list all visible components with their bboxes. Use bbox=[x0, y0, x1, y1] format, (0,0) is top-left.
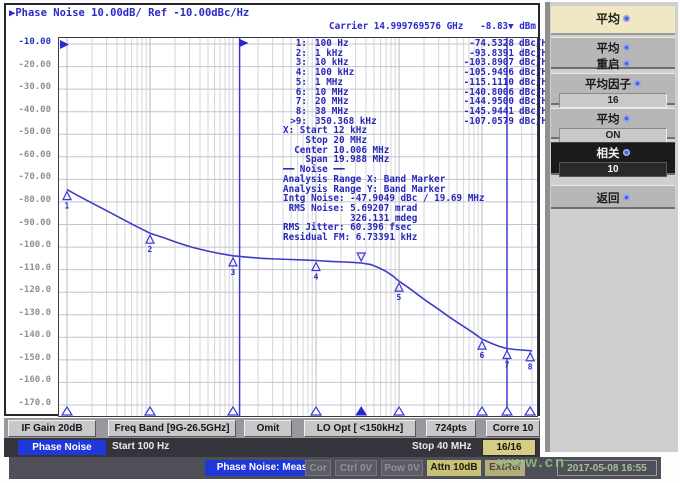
trace-header-label: Phase Noise 10.00dB/ Ref -10.00dBc/Hz bbox=[15, 7, 250, 19]
y-axis-label: -10.00 bbox=[18, 37, 51, 47]
status-indicator-attn: Attn 10dB bbox=[427, 460, 481, 476]
y-axis-label: -50.00 bbox=[18, 127, 51, 138]
readout-line: Residual FM: 6.73391 kHz bbox=[283, 232, 418, 244]
trace-header: ▶Phase Noise 10.00dB/ Ref -10.00dBc/Hz bbox=[9, 7, 249, 19]
average-factor-value: 16 bbox=[559, 93, 667, 108]
marker-table: 1: 100 Hz -74.5328 dBc/Hz 2: 1 kHz -93.8391 dBc… bbox=[283, 39, 552, 126]
svg-text:7: 7 bbox=[504, 360, 509, 369]
softkey-icon bbox=[623, 15, 630, 22]
svg-text:4: 4 bbox=[314, 272, 319, 281]
toolbar-button[interactable]: IF Gain 20dB bbox=[8, 420, 96, 437]
sweep-stop-label: Stop 40 MHz bbox=[412, 441, 472, 452]
y-axis-label: -40.00 bbox=[18, 104, 51, 115]
softkey-correlation[interactable]: 相关 10 bbox=[551, 142, 675, 177]
svg-text:1: 1 bbox=[65, 202, 70, 211]
softkey-average-factor[interactable]: 平均因子 16 bbox=[551, 73, 675, 108]
toolbar-button[interactable]: Omit bbox=[244, 420, 292, 437]
toolbar-button[interactable]: LO Opt [ <150kHz] bbox=[304, 420, 416, 437]
softkey-icon bbox=[622, 115, 630, 122]
y-axis-label: -130.0 bbox=[18, 307, 51, 318]
y-axis-label: -120.0 bbox=[18, 285, 51, 296]
y-axis-label: -70.00 bbox=[18, 172, 51, 183]
y-axis-label: -150.0 bbox=[18, 352, 51, 363]
y-axis-label: -60.00 bbox=[18, 149, 51, 160]
status-indicator-cor: Cor bbox=[305, 460, 331, 476]
y-axis-label: -160.0 bbox=[18, 375, 51, 386]
y-axis-label: -140.0 bbox=[18, 330, 51, 341]
y-axis-label: -110.0 bbox=[18, 262, 51, 273]
sweep-bar: Phase Noise Start 100 Hz Stop 40 MHz 16/… bbox=[4, 438, 540, 457]
y-axis-label: -170.0 bbox=[18, 398, 51, 408]
softkey-icon bbox=[634, 80, 641, 87]
measurement-status-chip[interactable]: Phase Noise: Meas bbox=[205, 460, 319, 476]
carrier-frequency: Carrier 14.999769576 GHz bbox=[329, 21, 464, 32]
instrument-screen: ▶Phase Noise 10.00dB/ Ref -10.00dBc/Hz C… bbox=[0, 0, 680, 483]
softkey-icon bbox=[622, 194, 630, 201]
datetime-display: 2017-05-08 16:55 bbox=[557, 460, 657, 476]
softkey-icon bbox=[622, 60, 630, 67]
softkey-return[interactable]: 返回 bbox=[551, 185, 675, 209]
carrier-readout: Carrier 14.999769576 GHz -8.83▼ dBm bbox=[329, 21, 536, 32]
carrier-power-unit: dBm bbox=[519, 21, 536, 32]
correlation-value: 10 bbox=[559, 162, 667, 177]
y-axis-labels: -10.00 -20.00 -30.00 -40.00 -50.00 -60.00 -70.… bbox=[8, 37, 54, 415]
y-axis-label: -80.00 bbox=[18, 194, 51, 205]
status-indicator-pow: Pow 0V bbox=[381, 460, 423, 476]
y-axis-label: -100.0 bbox=[18, 240, 51, 251]
noise-analysis-readout: X: Start 12 kHz Stop 20 MHz Center 10.00… bbox=[283, 126, 553, 242]
svg-text:5: 5 bbox=[397, 293, 402, 302]
svg-text:6: 6 bbox=[480, 351, 485, 360]
softkey-average-onoff[interactable]: 平均 ON bbox=[551, 108, 675, 143]
y-axis-label: -90.00 bbox=[18, 217, 51, 228]
carrier-power: -8.83 bbox=[480, 21, 509, 32]
average-state-value: ON bbox=[559, 128, 667, 143]
softkey-average-restart[interactable]: 平均 重启 bbox=[551, 37, 675, 71]
watermark: www.cn bbox=[498, 454, 567, 471]
phase-noise-window: ▶Phase Noise 10.00dB/ Ref -10.00dBc/Hz C… bbox=[4, 3, 553, 417]
svg-text:8: 8 bbox=[528, 363, 533, 372]
plot-readouts: 1: 100 Hz -74.5328 dBc/Hz 2: 1 kHz -93.8391 dBc… bbox=[283, 39, 553, 243]
svg-text:2: 2 bbox=[148, 245, 153, 254]
softkey-icon bbox=[622, 44, 630, 51]
softkey-panel: 平均 平均 重启 平均因子 16 平均 ON 相关 10 返回 bbox=[545, 2, 678, 452]
status-indicator-ctrl: Ctrl 0V bbox=[335, 460, 377, 476]
settings-toolbar: IF Gain 20dB Freq Band [9G-26.5GHz] Omit LO… bbox=[4, 418, 540, 438]
toolbar-button[interactable]: 724pts bbox=[426, 420, 476, 437]
softkey-icon bbox=[622, 149, 630, 156]
phase-noise-plot[interactable]: 1 2 3 4 5 6 7 8 1: 100 Hz -74.5328 dBc/Hz 2: 1 kHz -9… bbox=[58, 37, 553, 417]
toolbar-button[interactable]: Freq Band [9G-26.5GHz] bbox=[108, 420, 236, 437]
softkey-menu-title: 平均 bbox=[551, 6, 675, 35]
mode-chip[interactable]: Phase Noise bbox=[18, 440, 106, 455]
svg-text:3: 3 bbox=[231, 268, 236, 277]
toolbar-button[interactable]: Corre 10 bbox=[486, 420, 540, 437]
sweep-start-label: Start 100 Hz bbox=[112, 441, 170, 452]
y-axis-label: -30.00 bbox=[18, 82, 51, 93]
y-axis-label: -20.00 bbox=[18, 59, 51, 70]
